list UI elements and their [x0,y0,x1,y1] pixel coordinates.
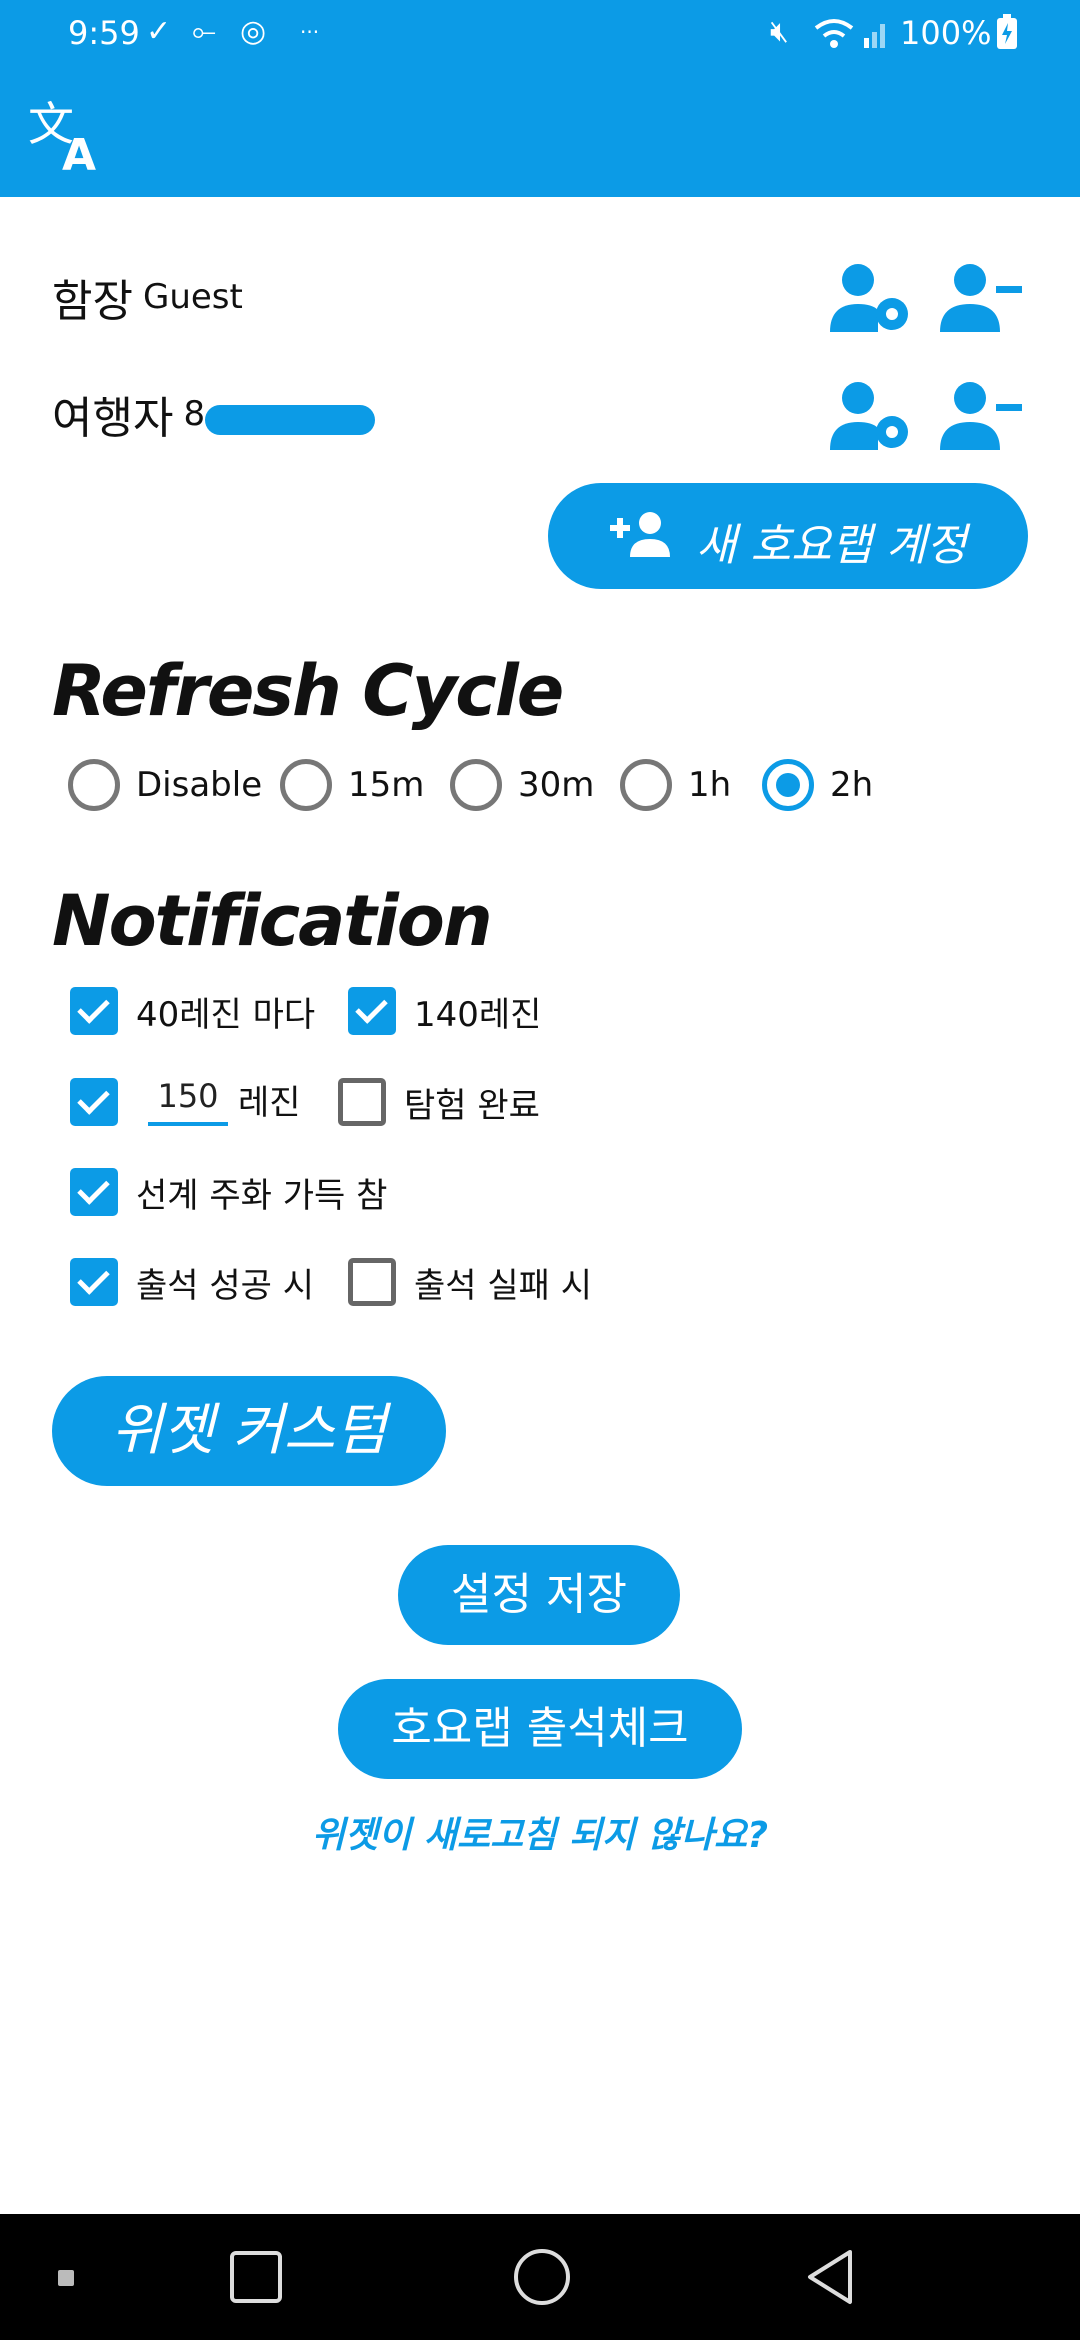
checkbox-checkin-failure[interactable]: 출석 실패 시 [348,1252,592,1312]
redacted-uid [205,405,375,435]
account-role: 여행자 [52,393,174,444]
check-icon: ✓ [146,14,172,49]
remove-account-icon[interactable] [940,262,1024,338]
account-row-traveler: 여행자 8 [52,382,205,452]
status-time: 9:59 [68,14,140,52]
checkbox-label: 출석 성공 시 [136,1265,315,1306]
system-navigation-bar [0,2214,1080,2340]
account-name: Guest [142,277,243,317]
radio-label: Disable [136,765,263,805]
battery-charging-icon [997,14,1017,49]
radio-circle [620,759,672,811]
checkbox-checkin-success[interactable]: 출석 성공 시 [70,1252,314,1312]
radio-circle [68,759,120,811]
checkbox-40-resin[interactable]: 40레진 마다 [70,981,315,1041]
resin-threshold-label: 레진 [238,1083,301,1123]
radio-15m[interactable]: 15m [280,755,424,815]
new-account-label: 새 호요랩 계정 [696,520,967,571]
android-debug-icon: ◎ [240,14,267,49]
refresh-cycle-heading: Refresh Cycle [52,650,564,732]
radio-label: 1h [688,765,732,805]
checkbox-box [348,1258,396,1306]
radio-circle [280,759,332,811]
screen-dot-icon [58,2270,74,2286]
notification-heading: Notification [52,880,493,962]
checkbox-box [348,987,396,1035]
mute-icon: 🔇︎ [770,14,789,49]
checkbox-custom-resin[interactable] [70,1072,118,1132]
radio-disable[interactable]: Disable [68,755,262,815]
radio-30m[interactable]: 30m [450,755,594,815]
account-settings-icon[interactable] [830,262,914,338]
checkbox-140-resin[interactable]: 140레진 [348,981,541,1041]
hoyolab-checkin-button[interactable]: 호요랩 출석체크 [338,1679,742,1779]
account-settings-icon[interactable] [830,380,914,456]
widget-refresh-help-link[interactable]: 위젯이 새로고침 되지 않나요? [0,1806,1080,1858]
checkbox-box [338,1078,386,1126]
checkbox-box [70,1168,118,1216]
recents-button[interactable] [230,2251,282,2303]
account-row-captain: 함장 Guest [52,265,243,335]
account-name: 8 [183,394,206,434]
checkbox-label: 40레진 마다 [136,994,316,1035]
checkbox-expedition-complete[interactable]: 탐험 완료 [338,1072,540,1132]
back-button[interactable] [804,2248,854,2306]
checkbox-box [70,1258,118,1306]
wifi-signal-icon [814,19,885,48]
resin-threshold-input[interactable] [148,1070,228,1126]
radio-2h[interactable]: 2h [762,755,873,815]
save-settings-button[interactable]: 설정 저장 [398,1545,680,1645]
add-person-icon [610,512,670,557]
radio-1h[interactable]: 1h [620,755,731,815]
new-hoyolab-account-button[interactable]: 새 호요랩 계정 [548,483,1028,589]
usb-icon: ⟜ [192,14,216,49]
checkbox-realm-currency-full[interactable]: 선계 주화 가득 참 [70,1162,387,1222]
radio-label: 30m [518,765,595,805]
translate-icon[interactable]: 文 A [28,96,104,172]
radio-circle [450,759,502,811]
svg-text:A: A [62,130,96,172]
checkbox-label: 탐험 완료 [404,1085,540,1126]
battery-percent: 100% [900,14,992,52]
checkbox-label: 140레진 [414,994,542,1035]
home-button[interactable] [514,2249,570,2305]
app-bar: 9:59 ✓ ⟜ ◎ ··· 🔇︎ 100% 文 A [0,0,1080,197]
radio-label: 2h [830,765,874,805]
more-notifications-icon: ··· [300,20,320,44]
checkbox-label: 출석 실패 시 [414,1265,593,1306]
radio-label: 15m [348,765,425,805]
checkbox-box [70,1078,118,1126]
remove-account-icon[interactable] [940,380,1024,456]
radio-circle [762,759,814,811]
account-role: 함장 [52,276,133,327]
status-bar: 9:59 ✓ ⟜ ◎ ··· 🔇︎ 100% [0,0,1080,66]
checkbox-box [70,987,118,1035]
widget-custom-button[interactable]: 위젯 커스텀 [52,1376,446,1486]
checkbox-label: 선계 주화 가득 참 [136,1175,388,1216]
